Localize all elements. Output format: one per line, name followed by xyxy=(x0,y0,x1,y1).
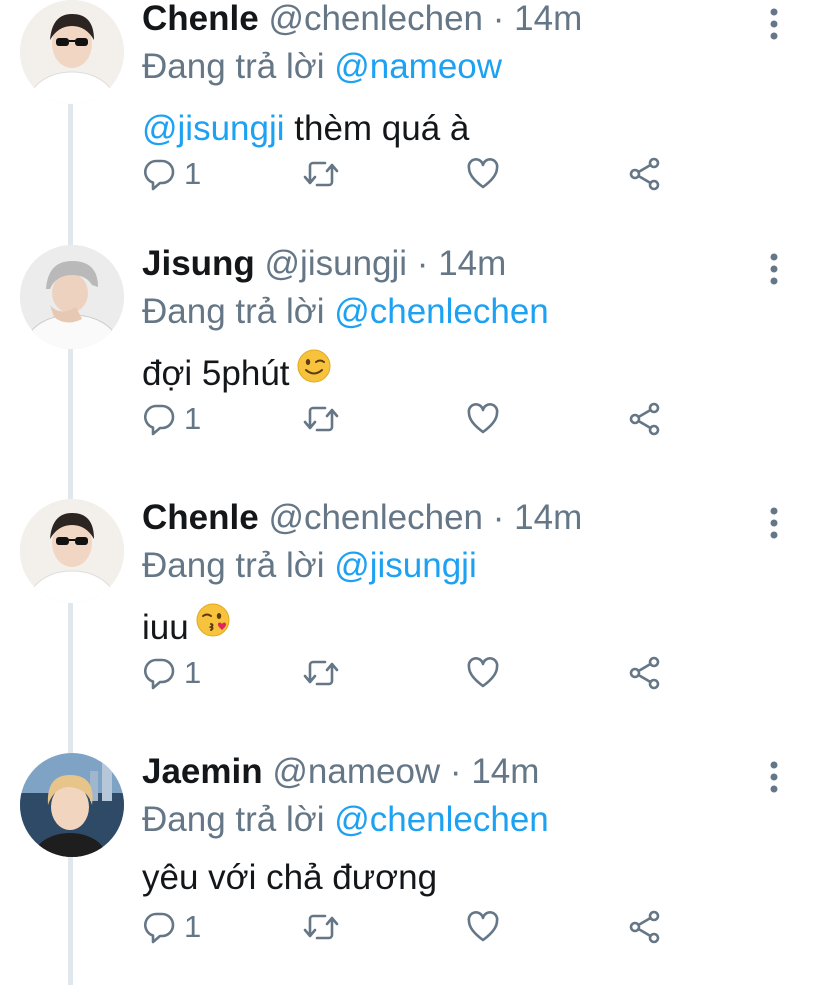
share-icon xyxy=(629,402,660,436)
separator: · xyxy=(449,752,462,791)
tweet-text: @jisungji thèm quá à xyxy=(142,104,469,154)
user-handle[interactable]: @chenlechen xyxy=(268,0,483,38)
replying-to: Đang trả lời @chenlechen xyxy=(142,289,549,335)
tweet-header: Chenle @chenlechen · 14m xyxy=(142,0,582,42)
display-name[interactable]: Jaemin xyxy=(142,752,263,791)
user-handle[interactable]: @nameow xyxy=(272,752,440,791)
retweet-icon xyxy=(303,161,339,187)
retweet-icon xyxy=(303,914,339,940)
share-button[interactable] xyxy=(628,653,662,693)
like-icon xyxy=(467,657,499,688)
more-icon[interactable] xyxy=(762,251,786,287)
replying-to-link[interactable]: @chenlechen xyxy=(334,800,549,839)
more-icon[interactable] xyxy=(762,505,786,541)
like-icon xyxy=(467,911,499,942)
avatar[interactable] xyxy=(20,245,124,349)
display-name[interactable]: Chenle xyxy=(142,0,259,38)
replying-to: Đang trả lời @jisungji xyxy=(142,543,477,589)
retweet-icon xyxy=(303,660,339,686)
separator: · xyxy=(492,0,505,38)
reply-count: 1 xyxy=(184,909,202,944)
retweet-button[interactable] xyxy=(302,653,340,693)
replying-to-link[interactable]: @nameow xyxy=(334,47,502,86)
avatar[interactable] xyxy=(20,499,124,603)
avatar[interactable] xyxy=(20,753,124,857)
display-name[interactable]: Jisung xyxy=(142,244,255,283)
tweet[interactable]: Chenle @chenlechen · 14m Đang trả lời @n… xyxy=(0,0,828,254)
share-icon xyxy=(629,910,660,944)
timestamp[interactable]: 14m xyxy=(514,0,582,38)
kissing-face-icon xyxy=(195,602,231,652)
share-icon xyxy=(629,656,660,690)
reply-icon xyxy=(144,404,175,436)
display-name[interactable]: Chenle xyxy=(142,498,259,537)
reply-count: 1 xyxy=(184,156,202,191)
tweet-header: Chenle @chenlechen · 14m xyxy=(142,495,582,541)
action-bar: 1 xyxy=(142,653,682,693)
reply-icon xyxy=(144,912,175,944)
mention-link[interactable]: @jisungji xyxy=(142,109,285,148)
share-button[interactable] xyxy=(628,154,662,194)
share-icon xyxy=(629,157,660,191)
tweet-body: yêu với chả đương xyxy=(142,858,438,897)
tweet-text: iuu xyxy=(142,603,231,653)
like-button[interactable] xyxy=(466,653,500,693)
like-icon xyxy=(467,158,499,189)
like-button[interactable] xyxy=(466,907,500,947)
retweet-icon xyxy=(303,406,339,432)
action-bar: 1 xyxy=(142,907,682,947)
reply-icon xyxy=(144,159,175,191)
replying-to-link[interactable]: @jisungji xyxy=(334,546,477,585)
retweet-button[interactable] xyxy=(302,399,340,439)
timestamp[interactable]: 14m xyxy=(438,244,506,283)
like-button[interactable] xyxy=(466,399,500,439)
share-button[interactable] xyxy=(628,399,662,439)
reply-icon xyxy=(144,658,175,690)
reply-count: 1 xyxy=(184,655,202,690)
tweet-text: đợi 5phút xyxy=(142,349,332,399)
reply-button[interactable]: 1 xyxy=(142,653,201,693)
reply-button[interactable]: 1 xyxy=(142,399,201,439)
avatar[interactable] xyxy=(20,0,124,104)
more-icon[interactable] xyxy=(762,759,786,795)
timestamp[interactable]: 14m xyxy=(471,752,539,791)
winking-face-icon xyxy=(296,348,332,398)
tweet-body: iuu xyxy=(142,608,189,647)
like-button[interactable] xyxy=(466,154,500,194)
replying-prefix: Đang trả lời xyxy=(142,800,325,839)
replying-prefix: Đang trả lời xyxy=(142,47,325,86)
tweet-header: Jisung @jisungji · 14m xyxy=(142,241,506,287)
tweet[interactable]: Jaemin @nameow · 14m Đang trả lời @chenl… xyxy=(0,752,828,1007)
tweet-header: Jaemin @nameow · 14m xyxy=(142,749,539,795)
replying-prefix: Đang trả lời xyxy=(142,546,325,585)
separator: · xyxy=(492,498,505,537)
share-button[interactable] xyxy=(628,907,662,947)
replying-to-link[interactable]: @chenlechen xyxy=(334,292,549,331)
action-bar: 1 xyxy=(142,399,682,439)
more-icon[interactable] xyxy=(762,6,786,42)
user-handle[interactable]: @jisungji xyxy=(265,244,408,283)
tweet[interactable]: Jisung @jisungji · 14m Đang trả lời @che… xyxy=(0,244,828,499)
tweet-body: đợi 5phút xyxy=(142,354,290,393)
tweet-body: thèm quá à xyxy=(284,109,470,148)
tweet-text: yêu với chả đương xyxy=(142,853,437,903)
replying-to: Đang trả lời @chenlechen xyxy=(142,797,549,843)
separator: · xyxy=(416,244,429,283)
tweet[interactable]: Chenle @chenlechen · 14m Đang trả lời @j… xyxy=(0,498,828,753)
action-bar: 1 xyxy=(142,154,682,194)
retweet-button[interactable] xyxy=(302,907,340,947)
user-handle[interactable]: @chenlechen xyxy=(268,498,483,537)
like-icon xyxy=(467,403,499,434)
reply-button[interactable]: 1 xyxy=(142,154,201,194)
retweet-button[interactable] xyxy=(302,154,340,194)
reply-button[interactable]: 1 xyxy=(142,907,201,947)
timestamp[interactable]: 14m xyxy=(514,498,582,537)
replying-prefix: Đang trả lời xyxy=(142,292,325,331)
reply-count: 1 xyxy=(184,401,202,436)
replying-to: Đang trả lời @nameow xyxy=(142,44,502,90)
